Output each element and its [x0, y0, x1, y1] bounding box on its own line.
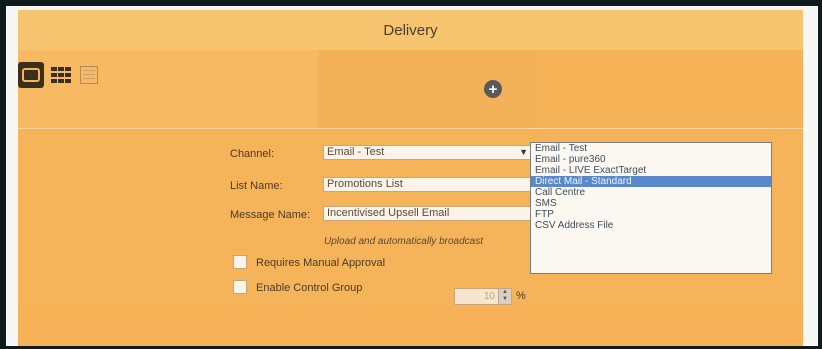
requires-approval-label: Requires Manual Approval: [256, 257, 386, 269]
dropdown-option[interactable]: Email - Test: [531, 143, 771, 154]
panel-header: Delivery: [18, 10, 803, 50]
upload-hint: Upload and automatically broadcast: [324, 236, 483, 247]
list-name-label: List Name:: [230, 180, 283, 192]
panel-footer: [18, 304, 803, 346]
dropdown-option[interactable]: CSV Address File: [531, 220, 771, 231]
grid-view-button[interactable]: [48, 62, 74, 88]
channel-select-value: Email - Test: [327, 146, 385, 158]
requires-approval-checkbox[interactable]: [233, 255, 247, 269]
channel-dropdown-list[interactable]: Email - Test Email - pure360 Email - LIV…: [530, 142, 772, 274]
list-view-icon: [80, 66, 98, 84]
dropdown-option[interactable]: Email - LIVE ExactTarget: [531, 165, 771, 176]
enable-control-checkbox[interactable]: [233, 280, 247, 294]
card-view-icon: [22, 68, 40, 82]
grid-view-icon: [51, 67, 71, 83]
enable-control-label: Enable Control Group: [256, 282, 363, 294]
message-name-field[interactable]: Incentivised Upsell Email: [323, 206, 531, 221]
plus-circle-icon: +: [488, 80, 498, 98]
message-name-label: Message Name:: [230, 209, 311, 221]
percent-symbol: %: [516, 290, 526, 302]
card-view-button[interactable]: [18, 62, 44, 88]
delivery-panel: Delivery + Channel: Email - Test ▼ List …: [18, 10, 803, 346]
page-title: Delivery: [383, 22, 438, 39]
dropdown-option-selected[interactable]: Direct Mail - Standard: [531, 176, 771, 187]
dropdown-arrow-icon: ▼: [519, 147, 528, 157]
dropdown-option[interactable]: Email - pure360: [531, 154, 771, 165]
list-name-field[interactable]: Promotions List: [323, 177, 531, 192]
dropdown-option[interactable]: SMS: [531, 198, 771, 209]
stepper-arrows-icon[interactable]: ▲ ▼: [498, 289, 511, 304]
control-group-value: 10: [483, 291, 495, 302]
control-group-stepper[interactable]: 10 ▲ ▼: [454, 288, 512, 305]
dropdown-option[interactable]: Call Centre: [531, 187, 771, 198]
channel-label: Channel:: [230, 148, 275, 160]
dropdown-option[interactable]: FTP: [531, 209, 771, 220]
channel-select[interactable]: Email - Test ▼: [323, 145, 531, 160]
toolbar-center: [318, 50, 536, 130]
list-view-button[interactable]: [76, 62, 102, 88]
add-button[interactable]: +: [484, 80, 502, 98]
